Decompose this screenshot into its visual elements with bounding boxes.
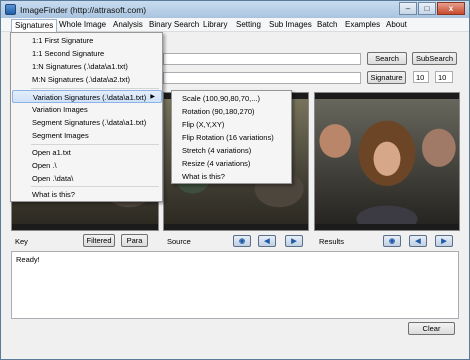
- para-button[interactable]: Para: [121, 234, 148, 247]
- variation-submenu: Scale (100,90,80,70,...) Rotation (90,18…: [171, 90, 292, 184]
- back-arrow-icon: ◀: [264, 237, 270, 245]
- menu-examples[interactable]: Examples: [345, 20, 380, 31]
- app-icon: [5, 4, 16, 15]
- menu-whole-image[interactable]: Whole Image: [59, 20, 106, 31]
- output-textarea[interactable]: Ready!: [11, 251, 459, 319]
- back-arrow-icon: ◀: [415, 237, 421, 245]
- app-window: ImageFinder (http://attrasoft.com) – □ x…: [0, 0, 470, 360]
- menu-bar: Signatures Whole Image Analysis Binary S…: [1, 18, 469, 32]
- menu-item-segment-signatures[interactable]: Segment Signatures (.\data\a1.txt): [12, 116, 162, 129]
- menu-binary-search[interactable]: Binary Search: [149, 20, 199, 31]
- variation-signatures-label: Variation Signatures (.\data\a1.txt): [33, 93, 147, 102]
- search-path-input[interactable]: [163, 53, 361, 65]
- signatures-dropdown-menu: 1:1 First Signature 1:1 Second Signature…: [10, 32, 163, 202]
- menu-item-1-1-first-signature[interactable]: 1:1 First Signature: [12, 34, 162, 47]
- menu-separator: [31, 144, 159, 145]
- title-bar: ImageFinder (http://attrasoft.com) – □ x: [1, 1, 469, 18]
- menu-separator: [31, 88, 159, 89]
- clear-button[interactable]: Clear: [408, 322, 455, 335]
- menu-separator: [31, 186, 159, 187]
- submenu-item-scale[interactable]: Scale (100,90,80,70,...): [182, 94, 260, 103]
- source-prev-button[interactable]: ◀: [258, 235, 276, 247]
- menu-analysis[interactable]: Analysis: [113, 20, 143, 31]
- menu-item-open-root[interactable]: Open .\: [12, 159, 162, 172]
- source-label: Source: [167, 237, 191, 246]
- submenu-item-stretch[interactable]: Stretch (4 variations): [182, 146, 251, 155]
- minimize-icon: –: [405, 4, 411, 13]
- results-image-panel: [314, 92, 460, 231]
- home-icon: ◉: [388, 237, 396, 245]
- film-strip-bottom: [164, 224, 308, 230]
- submenu-item-flip-rotation[interactable]: Flip Rotation (16 variations): [182, 133, 274, 142]
- film-strip-bottom: [315, 224, 459, 230]
- key-label: Key: [15, 237, 28, 246]
- maximize-icon: □: [424, 4, 430, 13]
- menu-item-variation-images[interactable]: Variation Images: [12, 103, 162, 116]
- home-icon: ◉: [238, 237, 246, 245]
- results-prev-button[interactable]: ◀: [409, 235, 427, 247]
- film-strip-top: [315, 93, 459, 99]
- filtered-button[interactable]: Filtered: [83, 234, 115, 247]
- log-text: Ready!: [16, 255, 40, 264]
- number-field-1[interactable]: 10: [413, 71, 429, 83]
- menu-item-open-a1[interactable]: Open a1.txt: [12, 146, 162, 159]
- submenu-item-rotation[interactable]: Rotation (90,180,270): [182, 107, 255, 116]
- results-label: Results: [319, 237, 345, 246]
- window-title: ImageFinder (http://attrasoft.com): [20, 5, 147, 15]
- signature-path-input[interactable]: [163, 72, 361, 84]
- subsearch-button[interactable]: SubSearch: [412, 52, 457, 65]
- forward-arrow-icon: ▶: [291, 237, 297, 245]
- maximize-button[interactable]: □: [418, 2, 436, 15]
- submenu-item-what-is-this[interactable]: What is this?: [182, 172, 225, 181]
- menu-item-1-n-signatures[interactable]: 1:N Signatures (.\data\a1.txt): [12, 60, 162, 73]
- results-next-button[interactable]: ▶: [435, 235, 453, 247]
- signature-button[interactable]: Signature: [367, 71, 406, 84]
- menu-item-variation-signatures[interactable]: Variation Signatures (.\data\a1.txt) ▶: [12, 90, 162, 103]
- menu-item-1-1-second-signature[interactable]: 1:1 Second Signature: [12, 47, 162, 60]
- film-strip-bottom: [12, 224, 158, 230]
- menu-library[interactable]: Library: [203, 20, 227, 31]
- source-home-button[interactable]: ◉: [233, 235, 251, 247]
- results-home-button[interactable]: ◉: [383, 235, 401, 247]
- menu-item-open-data[interactable]: Open .\data\: [12, 172, 162, 185]
- source-next-button[interactable]: ▶: [285, 235, 303, 247]
- number-field-2[interactable]: 10: [435, 71, 453, 83]
- menu-signatures[interactable]: Signatures: [11, 19, 58, 32]
- close-icon: x: [448, 4, 454, 13]
- menu-item-m-n-signatures[interactable]: M:N Signatures (.\data\a2.txt): [12, 73, 162, 86]
- submenu-item-flip[interactable]: Flip (X,Y,XY): [182, 120, 224, 129]
- search-button[interactable]: Search: [367, 52, 407, 65]
- minimize-button[interactable]: –: [399, 2, 417, 15]
- menu-batch[interactable]: Batch: [317, 20, 337, 31]
- close-button[interactable]: x: [437, 2, 465, 15]
- menu-setting[interactable]: Setting: [236, 20, 261, 31]
- menu-about[interactable]: About: [386, 20, 407, 31]
- submenu-item-resize[interactable]: Resize (4 variations): [182, 159, 250, 168]
- menu-sub-images[interactable]: Sub Images: [269, 20, 312, 31]
- forward-arrow-icon: ▶: [441, 237, 447, 245]
- menu-item-segment-images[interactable]: Segment Images: [12, 129, 162, 142]
- submenu-arrow-icon: ▶: [150, 94, 155, 100]
- menu-item-what-is-this[interactable]: What is this?: [12, 188, 162, 201]
